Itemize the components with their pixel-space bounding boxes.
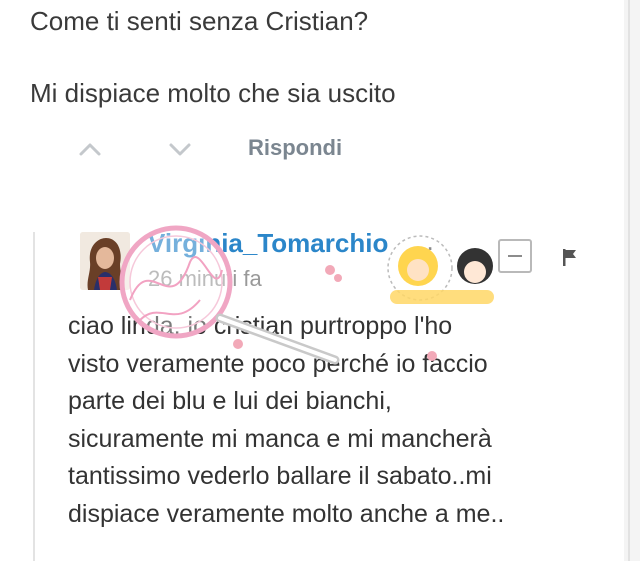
thread-indent-line	[33, 232, 35, 561]
reply-button[interactable]: Rispondi	[248, 135, 342, 161]
minus-icon	[508, 255, 522, 257]
more-options[interactable]: ...	[412, 226, 434, 257]
timestamp: 26 minuti fa	[148, 266, 262, 291]
collapse-button[interactable]	[498, 239, 532, 273]
downvote-button[interactable]	[167, 136, 193, 162]
reply-text-line: visto veramente poco perché io faccio	[68, 349, 488, 378]
comment-text-line: Come ti senti senza Cristian?	[30, 6, 369, 36]
reply-text-line: ciao linda, io cristian purtroppo l'ho	[68, 312, 453, 340]
avatar[interactable]	[80, 232, 130, 290]
chevron-down-icon	[169, 143, 191, 156]
reply-text-line: sicuramente mi manca e mi mancherà	[68, 424, 492, 453]
right-scroll-edge	[624, 0, 640, 561]
reply-text-line: dispiace veramente molto anche a me..	[68, 499, 505, 528]
reply-text-line: tantissimo vederlo ballare il sabato..mi	[68, 462, 492, 490]
comment-text-line: Mi dispiace molto che sia uscito	[30, 78, 396, 108]
upvote-button[interactable]	[77, 136, 103, 162]
username-link[interactable]: Virginia_Tomarchio	[148, 228, 388, 259]
flag-icon	[563, 249, 576, 266]
reply-body: ciao linda, io cristian purtroppo l'ho v…	[68, 308, 608, 533]
reply-text-line: parte dei blu e lui dei bianchi,	[68, 387, 392, 415]
flag-button[interactable]	[560, 246, 580, 268]
user-photo	[80, 232, 130, 290]
chevron-up-icon	[79, 143, 101, 156]
scroll-divider	[628, 0, 630, 561]
